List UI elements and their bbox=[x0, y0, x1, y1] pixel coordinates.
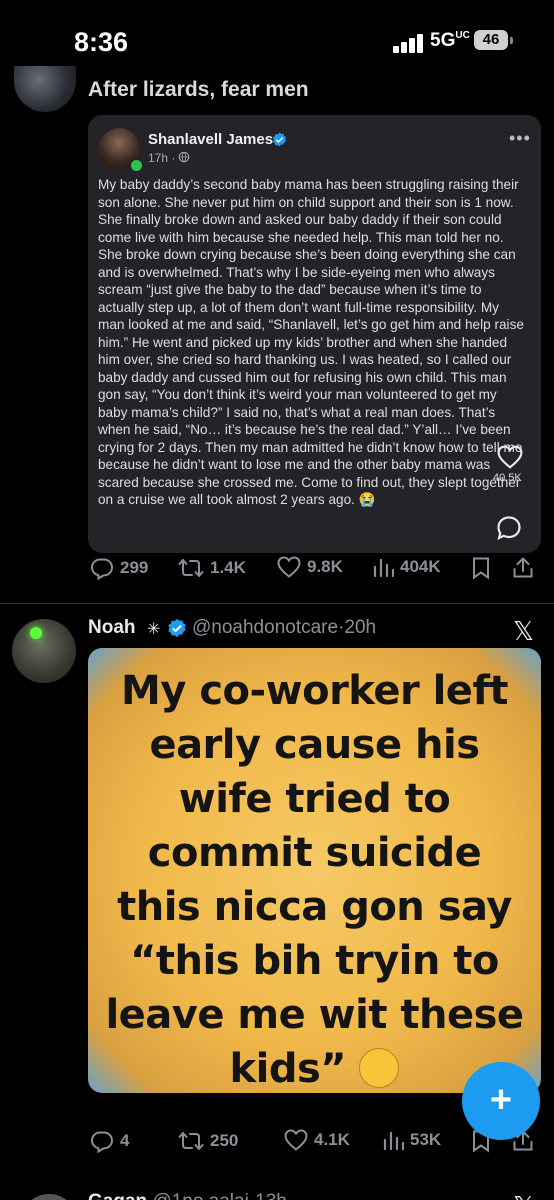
views-count: 404K bbox=[400, 557, 441, 576]
status-time: 8:36 bbox=[74, 27, 129, 57]
tweet-action-bar: 299 1.4K 9.8K 404K bbox=[0, 556, 554, 586]
repost-button[interactable]: 250 bbox=[178, 1129, 238, 1153]
like-overlay-count: 40.5K bbox=[493, 472, 522, 484]
like-count: 9.8K bbox=[307, 557, 343, 576]
tweet-action-bar: 4 250 4.1K 53K bbox=[0, 1129, 554, 1159]
like-icon bbox=[284, 1129, 308, 1151]
meme-text: My co-worker left early cause his wife t… bbox=[88, 664, 541, 1093]
avatar[interactable] bbox=[14, 66, 76, 112]
reply-count: 4 bbox=[120, 1131, 130, 1150]
comment-overlay-icon[interactable] bbox=[496, 515, 522, 541]
reply-button[interactable]: 4 bbox=[90, 1129, 129, 1153]
sparkle-icon: ✳ bbox=[147, 621, 161, 638]
laughing-emoji-icon bbox=[359, 1048, 400, 1088]
views-icon bbox=[373, 558, 394, 578]
like-icon bbox=[277, 556, 301, 578]
share-button[interactable] bbox=[512, 556, 540, 580]
tweet-text: After lizards, fear men bbox=[88, 78, 309, 101]
more-options-icon[interactable]: ••• bbox=[509, 128, 531, 149]
meme-line: commit suicide bbox=[147, 830, 482, 876]
bookmark-icon bbox=[473, 557, 489, 580]
repost-icon bbox=[178, 559, 204, 577]
verified-icon bbox=[273, 132, 286, 147]
author-name[interactable]: Noah bbox=[88, 617, 136, 639]
avatar[interactable] bbox=[12, 619, 76, 683]
status-bar: 8:36 5GUC 46 bbox=[0, 0, 554, 80]
reply-count: 299 bbox=[120, 558, 149, 577]
cellular-signal-icon bbox=[393, 33, 427, 53]
like-overlay-icon[interactable] bbox=[497, 445, 523, 469]
meme-line: “this bih tryin to bbox=[130, 938, 499, 984]
embedded-post-body: My baby daddy’s second baby mama has bee… bbox=[98, 177, 524, 507]
online-status-dot bbox=[129, 158, 144, 173]
tweet-partial[interactable]: Gagan @1no.aalai·13h 𝕏 bbox=[0, 1186, 554, 1200]
reply-icon bbox=[90, 1131, 114, 1153]
verified-icon bbox=[168, 618, 186, 638]
battery-icon: 46 bbox=[474, 30, 508, 50]
x-logo-icon: 𝕏 bbox=[513, 1191, 534, 1200]
like-count: 4.1K bbox=[314, 1130, 350, 1149]
views-button[interactable]: 404K bbox=[372, 556, 441, 578]
battery-cap bbox=[510, 37, 513, 44]
repost-icon bbox=[178, 1132, 204, 1150]
compose-button[interactable]: + bbox=[462, 1062, 540, 1140]
repost-count: 250 bbox=[210, 1131, 239, 1150]
author-name[interactable]: Gagan @1no.aalai·13h bbox=[88, 1191, 287, 1200]
embedded-post-time: 17h · bbox=[148, 151, 176, 165]
bookmark-button[interactable] bbox=[471, 556, 497, 580]
like-button[interactable]: 9.8K bbox=[277, 556, 343, 578]
reply-button[interactable]: 299 bbox=[90, 556, 148, 580]
meme-line: My co-worker left bbox=[121, 668, 508, 714]
meme-line: wife tried to bbox=[178, 776, 451, 822]
meme-line: leave me wit these bbox=[105, 992, 524, 1038]
author-handle[interactable]: @noahdonotcare·20h bbox=[192, 617, 376, 639]
reply-icon bbox=[90, 558, 114, 580]
share-icon bbox=[513, 557, 533, 578]
network-type: 5GUC bbox=[430, 30, 470, 51]
embedded-author-name[interactable]: Shanlavell James bbox=[148, 131, 273, 148]
views-button[interactable]: 53K bbox=[382, 1129, 441, 1151]
divider bbox=[0, 603, 554, 604]
globe-icon bbox=[178, 151, 190, 163]
meme-line: early cause his bbox=[149, 722, 480, 768]
avatar[interactable] bbox=[20, 1194, 78, 1200]
meme-image[interactable]: My co-worker left early cause his wife t… bbox=[88, 648, 541, 1093]
meme-line: this nicca gon say bbox=[117, 884, 512, 930]
views-count: 53K bbox=[410, 1130, 442, 1149]
views-icon bbox=[383, 1131, 404, 1151]
x-logo-icon: 𝕏 bbox=[513, 617, 534, 647]
repost-count: 1.4K bbox=[210, 558, 246, 577]
repost-button[interactable]: 1.4K bbox=[178, 556, 246, 580]
like-button[interactable]: 4.1K bbox=[284, 1129, 350, 1151]
